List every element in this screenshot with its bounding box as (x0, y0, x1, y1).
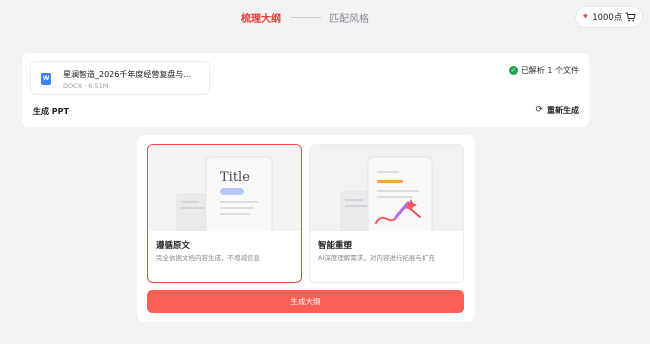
step-divider (291, 17, 321, 18)
step-outline-active[interactable]: 梳理大纲 (241, 10, 281, 25)
generate-ppt-label: 生成 PPT (33, 107, 69, 116)
mode-panel: Title 遵循原文 完全依据文档内容生成，不增减信息 智能重塑 AI深度理解需… (137, 135, 475, 322)
file-meta: DOCX · 6.51M (63, 82, 109, 90)
points-button[interactable]: ✦ 1000点 (575, 6, 643, 28)
file-panel: W 星澜智造_2026千年度经营复盘与... DOCX · 6.51M ✓ 已解… (22, 53, 589, 127)
regenerate-label: 重新生成 (547, 106, 579, 115)
file-chip[interactable]: W 星澜智造_2026千年度经营复盘与... DOCX · 6.51M (30, 61, 210, 95)
regenerate-button[interactable]: ⟳ 重新生成 (535, 105, 579, 116)
mode-description: AI深度理解需求，对内容进行拓展与扩充 (318, 254, 435, 262)
generate-outline-button[interactable]: 生成大纲 (147, 290, 464, 313)
mode-option-smart-reshape[interactable]: 智能重塑 AI深度理解需求，对内容进行拓展与扩充 (309, 144, 464, 283)
sparkle-icon: ✦ (581, 11, 590, 22)
word-doc-icon: W (41, 73, 51, 85)
cart-icon (625, 12, 636, 22)
mode-option-follow-original[interactable]: Title 遵循原文 完全依据文档内容生成，不增减信息 (147, 144, 302, 283)
parse-status-text: 已解析 1 个文件 (520, 66, 579, 75)
follow-original-illustration: Title (148, 145, 301, 236)
refresh-icon: ⟳ (535, 105, 543, 115)
step-indicator: 梳理大纲 匹配风格 (0, 10, 650, 26)
mode-description: 完全依据文档内容生成，不增减信息 (156, 254, 260, 262)
file-name: 星澜智造_2026千年度经营复盘与... (63, 70, 191, 79)
illustration-title: Title (220, 170, 250, 185)
points-value: 1000点 (592, 13, 623, 23)
mode-title: 遵循原文 (156, 241, 191, 251)
smart-reshape-illustration (310, 145, 463, 236)
parse-status: ✓ 已解析 1 个文件 (508, 65, 579, 76)
mode-title: 智能重塑 (318, 241, 353, 251)
step-match-style[interactable]: 匹配风格 (329, 10, 369, 25)
check-circle-icon: ✓ (508, 66, 518, 75)
